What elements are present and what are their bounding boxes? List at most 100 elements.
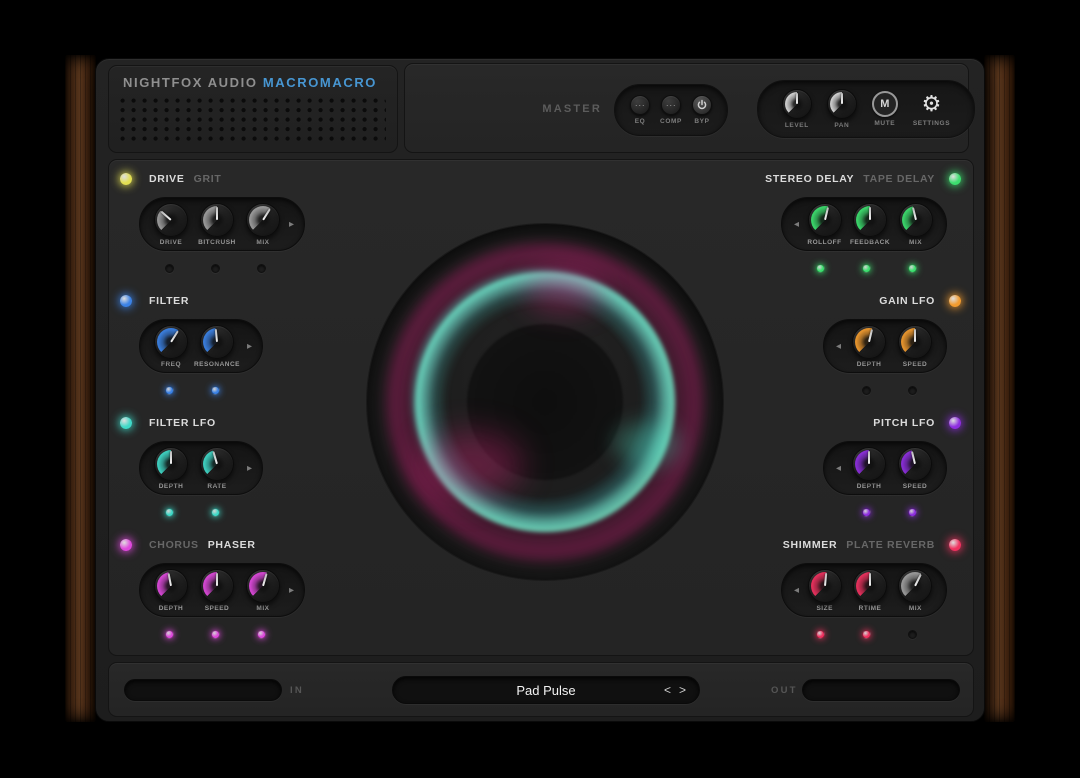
knob-unit: FEEDBACK (850, 203, 890, 246)
module-filter-lfo: FILTER LFO DEPTH RATE ▸ (120, 416, 320, 517)
level-knob[interactable] (782, 89, 812, 119)
power-icon[interactable] (692, 95, 712, 115)
expand-arrow-icon[interactable]: ◂ (794, 585, 799, 596)
knob-group: ◂ ROLLOFF FEEDBACK MIX (781, 197, 947, 251)
eq-label: EQ (635, 118, 646, 125)
resonance-knob[interactable] (200, 325, 234, 359)
knob-label: RATE (207, 483, 226, 490)
power-led[interactable] (120, 173, 132, 185)
expand-arrow-icon[interactable]: ◂ (836, 463, 841, 474)
knob-unit: RESONANCE (197, 325, 237, 368)
module-stereo-delay: STEREO DELAY TAPE DELAY ◂ ROLLOFF FEEDBA… (761, 172, 961, 273)
knob-label: SPEED (205, 605, 230, 612)
tab-gain-lfo[interactable]: GAIN LFO (879, 295, 935, 307)
module-header: GAIN LFO (761, 294, 961, 308)
feedback-knob[interactable] (853, 203, 887, 237)
step-led (211, 508, 220, 517)
preset-next-icon[interactable]: > (679, 683, 686, 697)
speed-knob[interactable] (898, 325, 932, 359)
tab-plate-reverb[interactable]: PLATE REVERB (846, 539, 935, 551)
rate-knob[interactable] (200, 447, 234, 481)
knob-unit: MIX (896, 569, 935, 612)
power-led[interactable] (949, 173, 961, 185)
expand-arrow-icon[interactable]: ▸ (289, 585, 294, 596)
tab-grit[interactable]: GRIT (194, 173, 222, 185)
tab-chorus[interactable]: CHORUS (149, 539, 199, 551)
module-header: SHIMMER PLATE REVERB (761, 538, 961, 552)
bypass-toggle[interactable]: BYP (692, 95, 712, 125)
mix-knob[interactable] (899, 203, 933, 237)
tab-phaser[interactable]: PHASER (208, 539, 256, 551)
expand-arrow-icon[interactable]: ▸ (289, 219, 294, 230)
bitcrush-knob[interactable] (200, 203, 234, 237)
knob-unit: MIX (896, 203, 935, 246)
eq-toggle[interactable]: EQ (630, 95, 650, 125)
size-knob[interactable] (808, 569, 842, 603)
depth-knob[interactable] (852, 447, 886, 481)
knob-label: DRIVE (160, 239, 182, 246)
input-label: IN (290, 685, 304, 696)
step-led (165, 630, 174, 639)
expand-arrow-icon[interactable]: ▸ (247, 463, 252, 474)
mix-knob[interactable] (898, 569, 932, 603)
tab-tape-delay[interactable]: TAPE DELAY (863, 173, 935, 185)
module-chorus-phaser: CHORUS PHASER DEPTH SPEED MIX (120, 538, 320, 639)
brand-panel: NIGHTFOX AUDIO MACROMACRO (108, 65, 398, 153)
master-control-group: LEVEL PAN M MUTE ⚙ SETTINGS (757, 80, 975, 138)
tab-stereo-delay[interactable]: STEREO DELAY (765, 173, 854, 185)
step-led (165, 508, 174, 517)
mix-knob[interactable] (246, 569, 280, 603)
knob-label: FREQ (161, 361, 181, 368)
tab-pitch-lfo[interactable]: PITCH LFO (873, 417, 935, 429)
speed-knob[interactable] (898, 447, 932, 481)
tab-shimmer[interactable]: SHIMMER (783, 539, 837, 551)
module-shimmer: SHIMMER PLATE REVERB ◂ SIZE RTIME (761, 538, 961, 639)
power-led[interactable] (120, 417, 132, 429)
preset-prev-icon[interactable]: < (664, 683, 671, 697)
preset-selector[interactable]: Pad Pulse < > (392, 676, 700, 704)
rtime-knob[interactable] (853, 569, 887, 603)
tab-drive[interactable]: DRIVE (149, 173, 185, 185)
spectral-visualizer[interactable] (367, 224, 723, 580)
led-row (120, 630, 320, 639)
knob-label: MIX (909, 605, 922, 612)
speed-knob[interactable] (200, 569, 234, 603)
expand-arrow-icon[interactable]: ◂ (836, 341, 841, 352)
led-row (120, 386, 320, 395)
rolloff-knob[interactable] (808, 203, 842, 237)
power-led[interactable] (949, 295, 961, 307)
comp-toggle[interactable]: COMP (660, 95, 682, 125)
depth-knob[interactable] (154, 569, 188, 603)
knob-unit: MIX (243, 569, 283, 612)
step-led (211, 386, 220, 395)
power-led[interactable] (120, 295, 132, 307)
freq-knob[interactable] (154, 325, 188, 359)
tab-filter[interactable]: FILTER (149, 295, 189, 307)
power-led[interactable] (949, 417, 961, 429)
pan-label: PAN (834, 122, 849, 129)
eq-icon[interactable] (630, 95, 650, 115)
mix-knob[interactable] (246, 203, 280, 237)
power-led[interactable] (120, 539, 132, 551)
knob-group: ◂ SIZE RTIME MIX (781, 563, 947, 617)
mute-button[interactable]: M (872, 91, 898, 117)
drive-knob[interactable] (154, 203, 188, 237)
pan-knob[interactable] (827, 89, 857, 119)
depth-knob[interactable] (154, 447, 188, 481)
comp-icon[interactable] (661, 95, 681, 115)
knob-label: ROLLOFF (807, 239, 841, 246)
knob-label: SIZE (816, 605, 832, 612)
preset-name: Pad Pulse (393, 683, 699, 698)
depth-knob[interactable] (852, 325, 886, 359)
mute-control: M MUTE (872, 91, 898, 127)
mute-label: MUTE (874, 120, 895, 127)
knob-label: RTIME (859, 605, 882, 612)
tab-filter-lfo[interactable]: FILTER LFO (149, 417, 216, 429)
expand-arrow-icon[interactable]: ◂ (794, 219, 799, 230)
power-led[interactable] (949, 539, 961, 551)
knob-label: MIX (256, 239, 269, 246)
expand-arrow-icon[interactable]: ▸ (247, 341, 252, 352)
led-row (120, 264, 320, 273)
plugin-window: NIGHTFOX AUDIO MACROMACRO MASTER EQ COMP (0, 0, 1080, 778)
gear-icon[interactable]: ⚙ (922, 91, 942, 117)
